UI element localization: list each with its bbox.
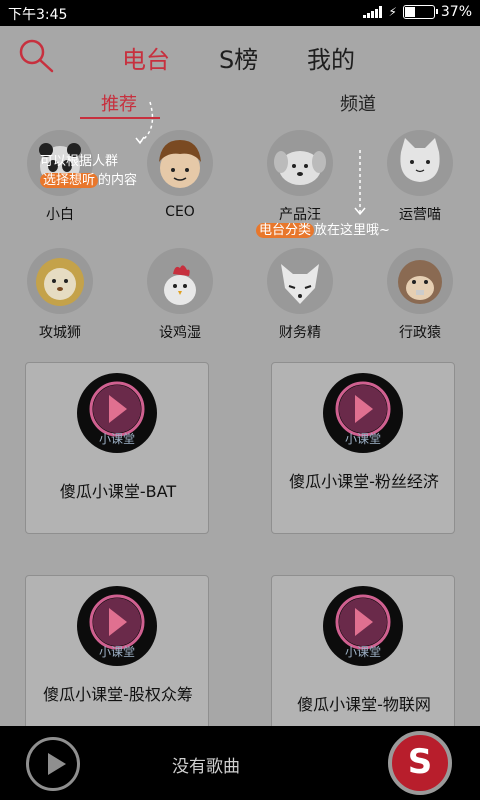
tutorial-note-2: 电台分类 放在这里哦~: [256, 219, 390, 238]
program-title: 傻瓜小课堂-BAT: [59, 482, 177, 501]
category-label: 设鸡湿: [159, 325, 201, 341]
program-title: 傻瓜小课堂-物联网: [297, 695, 431, 714]
program-card[interactable]: 小课堂 傻瓜小课堂-粉丝经济: [271, 362, 455, 534]
category-label: 财务精: [279, 325, 321, 341]
program-card[interactable]: 小课堂 傻瓜小课堂-BAT: [25, 362, 209, 534]
program-card[interactable]: 小课堂 傻瓜小课堂-股权众筹: [25, 575, 209, 747]
svg-text:小课堂: 小课堂: [345, 645, 381, 659]
program-card[interactable]: 小课堂 傻瓜小课堂-物联网: [271, 575, 455, 747]
category-label: 行政猿: [399, 325, 441, 341]
program-title: 傻瓜小课堂-股权众筹: [43, 685, 193, 704]
category-engineer[interactable]: 攻城狮: [5, 248, 115, 358]
program-logo: 小课堂: [77, 373, 157, 453]
category-label: 攻城狮: [39, 325, 81, 341]
brand-logo-button[interactable]: S: [388, 731, 452, 795]
program-logo: 小课堂: [323, 586, 403, 666]
svg-text:小课堂: 小课堂: [345, 432, 381, 446]
program-logo: 小课堂: [77, 586, 157, 666]
tutorial-arrows: [135, 101, 366, 216]
program-title: 傻瓜小课堂-粉丝经济: [289, 472, 439, 491]
category-admin[interactable]: 行政猿: [365, 248, 475, 358]
svg-text:小课堂: 小课堂: [99, 645, 135, 659]
program-logo: 小课堂: [323, 373, 403, 453]
play-button[interactable]: [26, 737, 80, 791]
mini-player: 没有歌曲 S: [0, 726, 480, 800]
tutorial-note-1: 可以根据人群 选择想听 的内容: [40, 154, 138, 188]
now-playing-text: 没有歌曲: [172, 757, 240, 777]
category-finance[interactable]: 财务精: [245, 248, 355, 358]
category-designer[interactable]: 设鸡湿: [125, 248, 235, 358]
svg-text:小课堂: 小课堂: [99, 432, 135, 446]
